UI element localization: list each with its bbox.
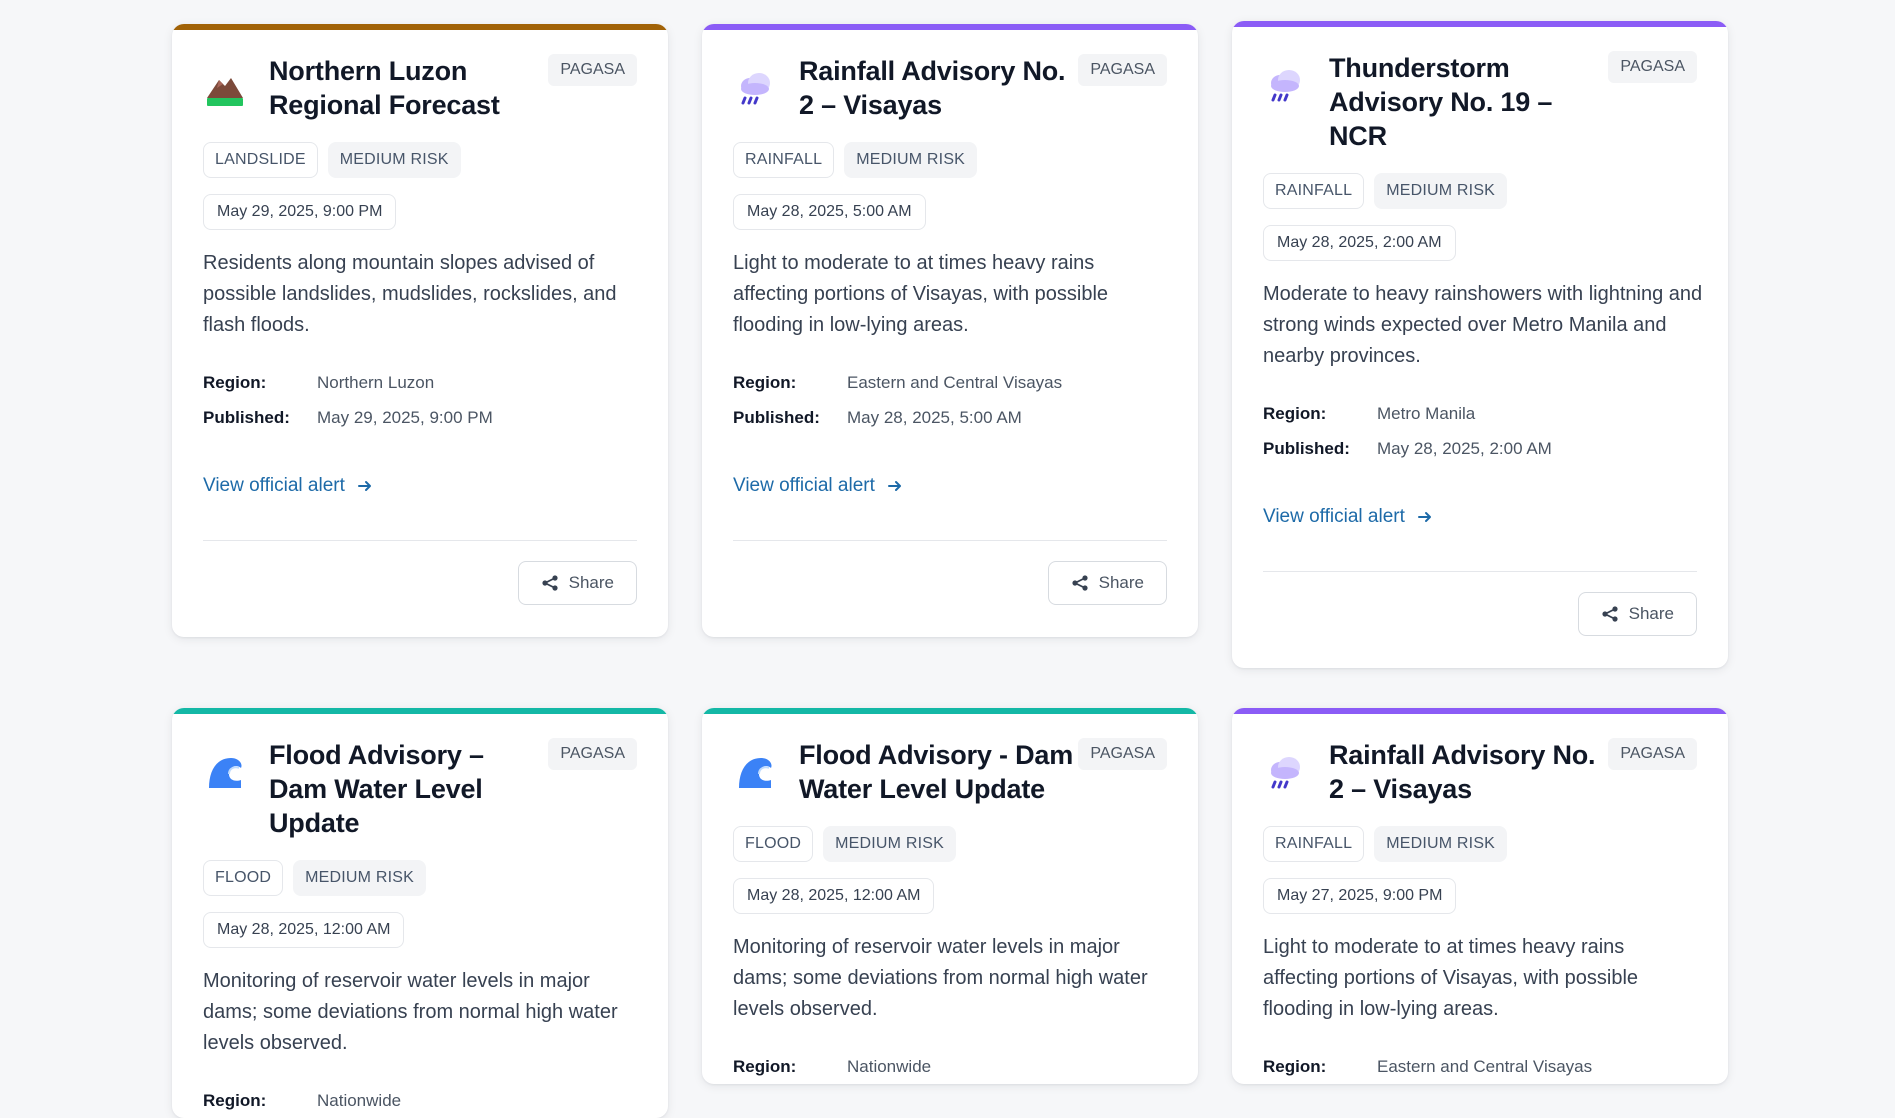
share-button[interactable]: Share <box>1047 561 1167 605</box>
alert-card: Flood Advisory – Dam Water Level Update … <box>172 708 668 1118</box>
risk-level-tag: MEDIUM RISK <box>327 142 461 178</box>
alert-type-tag: FLOOD <box>203 860 284 896</box>
wave-icon <box>733 750 777 794</box>
published-label: Published: <box>733 408 820 427</box>
alert-date-chip: May 28, 2025, 12:00 AM <box>203 912 405 948</box>
source-badge: PAGASA <box>1608 738 1697 770</box>
arrow-right-icon <box>1417 512 1431 522</box>
region-value: Nationwide <box>317 1091 402 1110</box>
alert-title: Northern Luzon Regional Forecast <box>269 56 500 120</box>
alert-description: Moderate to heavy rainshowers with light… <box>1263 283 1703 367</box>
alert-type-tag: RAINFALL <box>733 142 835 178</box>
alert-description: Light to moderate to at times heavy rain… <box>733 252 1109 336</box>
share-button[interactable]: Share <box>1577 592 1697 636</box>
view-official-alert-link[interactable]: View official alert <box>1263 506 1433 528</box>
risk-level-tag: MEDIUM RISK <box>293 860 426 896</box>
alert-date-chip: May 29, 2025, 9:00 PM <box>203 194 397 230</box>
alert-date-chip: May 28, 2025, 2:00 AM <box>1263 225 1456 261</box>
alert-title: Rainfall Advisory No. 2 – Visayas <box>799 56 1066 120</box>
view-official-alert-label: View official alert <box>1263 506 1405 527</box>
alert-description: Residents along mountain slopes advised … <box>203 252 617 336</box>
published-value: May 29, 2025, 9:00 PM <box>317 408 493 427</box>
risk-level-tag: MEDIUM RISK <box>1374 826 1508 862</box>
region-label: Region: <box>733 1057 797 1076</box>
alert-description: Monitoring of reservoir water levels in … <box>733 936 1148 1020</box>
alert-date-chip: May 28, 2025, 5:00 AM <box>733 194 926 230</box>
share-label: Share <box>568 573 614 592</box>
source-badge: PAGASA <box>1078 738 1167 770</box>
alert-title: Flood Advisory - Dam Water Level Update <box>799 740 1074 804</box>
alert-description: Monitoring of reservoir water levels in … <box>203 970 618 1054</box>
published-label: Published: <box>1263 439 1350 458</box>
alert-title: Thunderstorm Advisory No. 19 – NCR <box>1329 53 1553 151</box>
published-value: May 28, 2025, 5:00 AM <box>847 408 1022 427</box>
alert-date-chip: May 28, 2025, 12:00 AM <box>733 878 935 914</box>
rain-cloud-icon <box>1263 63 1307 107</box>
alert-description: Light to moderate to at times heavy rain… <box>1263 936 1639 1020</box>
published-value: May 28, 2025, 2:00 AM <box>1377 439 1552 458</box>
source-badge: PAGASA <box>1078 54 1167 86</box>
region-value: Metro Manila <box>1377 404 1476 423</box>
alerts-grid: Northern Luzon Regional Forecast PAGASA … <box>0 0 1895 1118</box>
region-value: Northern Luzon <box>317 373 435 392</box>
alert-card: Rainfall Advisory No. 2 – Visayas PAGASA… <box>702 24 1198 637</box>
alert-card: Rainfall Advisory No. 2 – Visayas PAGASA… <box>1232 708 1728 1084</box>
region-label: Region: <box>203 1091 267 1110</box>
rain-cloud-icon <box>733 66 777 110</box>
alert-type-tag: LANDSLIDE <box>203 142 318 178</box>
alert-card: Flood Advisory - Dam Water Level Update … <box>702 708 1198 1084</box>
share-label: Share <box>1628 604 1674 623</box>
alert-date-chip: May 27, 2025, 9:00 PM <box>1263 878 1457 914</box>
view-official-alert-label: View official alert <box>203 475 345 496</box>
source-badge: PAGASA <box>548 738 637 770</box>
share-icon <box>542 575 558 591</box>
share-icon <box>1602 606 1618 622</box>
share-label: Share <box>1098 573 1144 592</box>
risk-level-tag: MEDIUM RISK <box>1374 173 1508 209</box>
region-label: Region: <box>1263 404 1327 423</box>
rain-cloud-icon <box>1263 750 1307 794</box>
published-label: Published: <box>203 408 290 427</box>
arrow-right-icon <box>887 481 901 491</box>
wave-icon <box>203 750 247 794</box>
region-label: Region: <box>1263 1057 1327 1076</box>
alert-type-tag: RAINFALL <box>1263 826 1365 862</box>
alert-card: Northern Luzon Regional Forecast PAGASA … <box>172 24 668 637</box>
view-official-alert-link[interactable]: View official alert <box>203 475 373 497</box>
alert-title: Rainfall Advisory No. 2 – Visayas <box>1329 740 1596 804</box>
share-button[interactable]: Share <box>517 561 637 605</box>
share-icon <box>1072 575 1088 591</box>
landslide-icon <box>203 66 247 110</box>
alert-type-tag: RAINFALL <box>1263 173 1365 209</box>
risk-level-tag: MEDIUM RISK <box>844 142 978 178</box>
region-label: Region: <box>733 373 797 392</box>
alert-card: Thunderstorm Advisory No. 19 – NCR PAGAS… <box>1232 21 1728 668</box>
alert-title: Flood Advisory – Dam Water Level Update <box>269 740 484 838</box>
source-badge: PAGASA <box>548 54 637 86</box>
region-value: Eastern and Central Visayas <box>1377 1057 1593 1076</box>
region-value: Nationwide <box>847 1057 932 1076</box>
source-badge: PAGASA <box>1608 51 1697 83</box>
view-official-alert-label: View official alert <box>733 475 875 496</box>
region-value: Eastern and Central Visayas <box>847 373 1063 392</box>
region-label: Region: <box>203 373 267 392</box>
alert-type-tag: FLOOD <box>733 826 814 862</box>
view-official-alert-link[interactable]: View official alert <box>733 475 903 497</box>
risk-level-tag: MEDIUM RISK <box>823 826 956 862</box>
arrow-right-icon <box>357 481 371 491</box>
